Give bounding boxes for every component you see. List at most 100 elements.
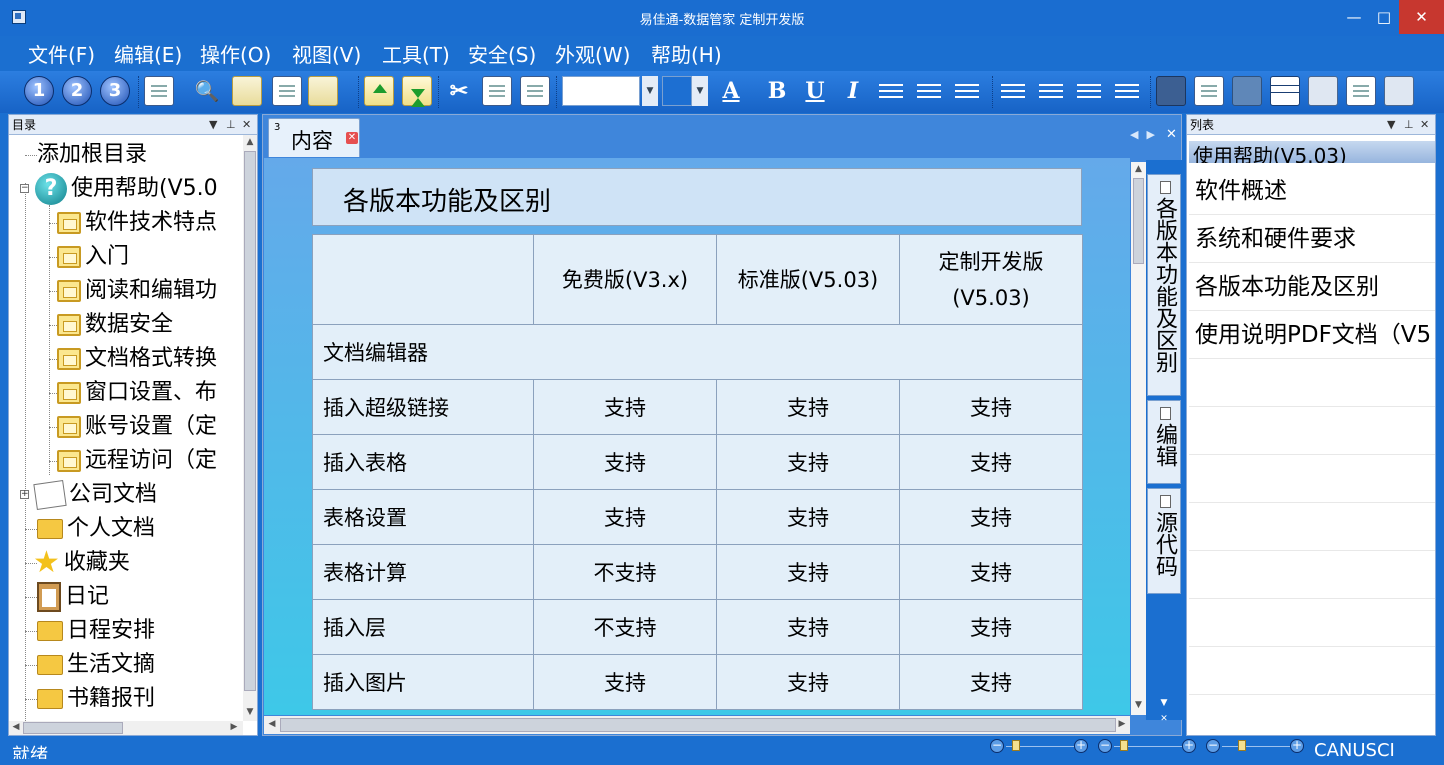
tree-item-data-security[interactable]: 数据安全 [57,308,173,342]
tree-item-read-edit[interactable]: 阅读和编辑功 [57,274,217,308]
tree-item-life-digest[interactable]: 生活文摘 [37,648,155,682]
zoom-out-icon[interactable]: − [1098,739,1112,753]
zoom-thumb[interactable] [1120,740,1128,751]
scroll-thumb[interactable] [1133,178,1144,264]
scroll-right-icon[interactable]: ▶ [1117,719,1127,729]
close-button[interactable]: ✕ [1399,0,1444,34]
tree-item-user-help[interactable]: ? 使用帮助(V5.0 [35,172,218,206]
tree-item-getting-started[interactable]: 入门 [57,240,129,274]
search-icon[interactable]: 🔍 [192,76,222,106]
tree-item-company-docs[interactable]: 公司文档 [33,478,157,512]
tab-content[interactable]: 3 内容 ✕ [268,118,360,157]
menu-operation[interactable]: 操作(O) [200,39,271,68]
font-size-combo[interactable] [662,76,692,106]
zoom-out-icon[interactable]: − [1206,739,1220,753]
expand-icon[interactable]: + [20,490,29,499]
tree-item-remote-access[interactable]: 远程访问（定 [57,444,217,478]
list-item-empty[interactable] [1189,503,1435,551]
zoom-slider-content[interactable]: − + [1098,739,1198,755]
tree-item-tech-features[interactable]: 软件技术特点 [57,206,217,240]
tree-item-account-settings[interactable]: 账号设置（定 [57,410,217,444]
level-2-icon[interactable]: 2 [62,76,92,106]
zoom-slider-list[interactable]: − + [1206,739,1306,755]
list-item[interactable]: 各版本功能及区别 [1189,263,1435,311]
list-item-empty[interactable] [1189,455,1435,503]
paste-icon[interactable] [520,76,550,106]
scroll-right-icon[interactable]: ▶ [229,722,239,732]
hyperlink-icon[interactable] [1156,76,1186,106]
zoom-in-icon[interactable]: + [1290,739,1304,753]
close-icon[interactable]: ✕ [242,115,251,135]
tab-source-code[interactable]: 源代码 [1147,488,1181,594]
indent-icon[interactable] [1112,76,1142,106]
tree-item-window-settings[interactable]: 窗口设置、布 [57,376,217,410]
document-properties-icon[interactable] [1194,76,1224,106]
edit-form-icon[interactable] [1346,76,1376,106]
menu-security[interactable]: 安全(S) [468,39,536,68]
scroll-thumb[interactable] [280,718,1116,732]
pane-menu-icon[interactable]: ▼ [1387,115,1395,135]
zoom-out-icon[interactable]: − [990,739,1004,753]
tab-edit[interactable]: 编辑 [1147,400,1181,484]
chevron-down-icon[interactable]: ▼ [692,76,708,106]
menu-help[interactable]: 帮助(H) [651,39,722,68]
zoom-thumb[interactable] [1012,740,1020,751]
document-horizontal-scrollbar[interactable]: ◀ ▶ [264,716,1130,734]
tree-horizontal-scrollbar[interactable]: ◀ ▶ [9,721,243,735]
list-item-empty[interactable] [1189,599,1435,647]
cut-icon[interactable]: ✂ [444,76,474,106]
close-icon[interactable]: ✕ [1420,115,1429,135]
zoom-in-icon[interactable]: + [1182,739,1196,753]
tree-item-personal-docs[interactable]: 个人文档 [37,512,155,546]
tab-close-icon[interactable]: ✕ [346,132,358,144]
maximize-button[interactable]: □ [1369,0,1399,34]
list-item[interactable]: 系统和硬件要求 [1189,215,1435,263]
document-close-icon[interactable]: ✕ [1166,127,1177,142]
list-item[interactable]: 使用说明PDF文档（V5 [1189,311,1435,359]
italic-icon[interactable]: I [838,76,868,106]
enter-icon[interactable] [308,76,338,106]
pin-icon[interactable]: ⊥ [226,115,236,135]
tree-item-add-root[interactable]: 添加根目录 [37,138,147,172]
tree-item-books[interactable]: 书籍报刊 [37,682,155,716]
scroll-up-icon[interactable]: ▲ [243,137,257,147]
clock-icon[interactable] [232,76,262,106]
scroll-thumb[interactable] [23,722,123,734]
new-document-icon[interactable] [144,76,174,106]
underline-icon[interactable]: U [800,76,830,106]
note-icon[interactable] [272,76,302,106]
list-item-empty[interactable] [1189,647,1435,695]
tree-item-format-convert[interactable]: 文档格式转换 [57,342,217,376]
scroll-left-icon[interactable]: ◀ [11,722,21,732]
scroll-up-icon[interactable]: ▲ [1133,164,1144,174]
settings-icon[interactable] [1384,76,1414,106]
list-item[interactable]: 软件概述 [1189,167,1435,215]
copy-icon[interactable] [482,76,512,106]
align-left-icon[interactable] [876,76,906,106]
tree-item-schedule[interactable]: 日程安排 [37,614,155,648]
minimize-button[interactable]: — [1339,0,1369,34]
menu-view[interactable]: 视图(V) [292,39,361,68]
tabs-scroll-down-icon[interactable]: ▼ [1158,698,1170,708]
tree-item-favorites[interactable]: ★ 收藏夹 [33,546,130,580]
scroll-thumb[interactable] [244,151,256,691]
list-item-empty[interactable] [1189,551,1435,599]
pane-menu-icon[interactable]: ▼ [209,115,217,135]
menu-edit[interactable]: 编辑(E) [114,39,182,68]
chevron-down-icon[interactable]: ▼ [642,76,658,106]
tab-version-features[interactable]: 各版本功能及区别 [1147,174,1181,396]
zoom-thumb[interactable] [1238,740,1246,751]
document-view[interactable]: 各版本功能及区别 免费版(V3.x) 标准版(V5.03) 定制开发版(V5.0… [264,158,1130,715]
font-name-combo[interactable] [562,76,640,106]
menu-appearance[interactable]: 外观(W) [555,39,630,68]
zoom-slider-tree[interactable]: − + [990,739,1090,755]
align-right-icon[interactable] [952,76,982,106]
bullet-list-icon[interactable] [1036,76,1066,106]
scroll-down-icon[interactable]: ▼ [243,707,257,717]
tree-item-diary[interactable]: 日记 [37,580,109,614]
font-color-icon[interactable]: A [716,76,746,106]
move-down-icon[interactable] [402,76,432,107]
level-1-icon[interactable]: 1 [24,76,54,106]
menu-tools[interactable]: 工具(T) [382,39,450,68]
scroll-left-icon[interactable]: ◀ [267,719,277,729]
